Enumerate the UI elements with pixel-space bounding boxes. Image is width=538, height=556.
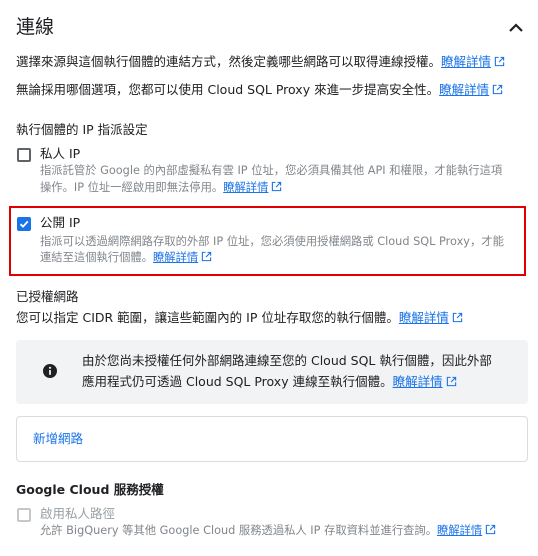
learn-more-link[interactable]: 瞭解詳情 (437, 524, 482, 537)
private-ip-help-2: 操作。IP 位址一經啟用即無法停用。瞭解詳情 (40, 179, 282, 197)
authorized-networks-heading: 已授權網路 (16, 289, 79, 304)
external-link-icon (492, 84, 503, 95)
learn-more-link[interactable]: 瞭解詳情 (439, 82, 489, 97)
external-link-icon (446, 376, 456, 387)
private-ip-label: 私人 IP (40, 146, 81, 161)
learn-more-link[interactable]: 瞭解詳情 (441, 54, 491, 69)
add-network-button[interactable]: 新增網路 (33, 430, 83, 448)
gcp-auth-heading: Google Cloud 服務授權 (16, 482, 164, 497)
private-ip-help-1: 指派託管於 Google 的內部虛擬私有雲 IP 位址，您必須具備其他 API … (40, 164, 503, 177)
public-ip-help-2: 連結至這個執行個體。瞭解詳情 (40, 249, 212, 267)
learn-more-link[interactable]: 瞭解詳情 (393, 374, 443, 389)
external-link-icon (486, 524, 496, 535)
info-text-1: 由於您尚未授權任何外部網路連線至您的 Cloud SQL 執行個體，因此外部 (82, 353, 492, 368)
external-link-icon (494, 56, 505, 67)
authorized-networks-description: 您可以指定 CIDR 範圍，讓這些範圍內的 IP 位址存取您的執行個體。瞭解詳情 (16, 309, 536, 327)
info-icon (42, 363, 58, 379)
private-path-help: 允許 BigQuery 等其他 Google Cloud 服務透過私人 IP 存… (40, 522, 496, 540)
private-ip-checkbox[interactable] (17, 148, 31, 162)
external-link-icon (272, 181, 282, 192)
ip-assignment-heading: 執行個體的 IP 指派設定 (16, 122, 148, 137)
chevron-up-icon[interactable] (504, 16, 528, 40)
learn-more-link[interactable]: 瞭解詳情 (153, 251, 198, 264)
external-link-icon (452, 312, 463, 323)
section-description-1: 選擇來源與這個執行個體的連結方式，然後定義哪些網路可以取得連線授權。瞭解詳情 (16, 53, 536, 71)
learn-more-link[interactable]: 瞭解詳情 (399, 310, 449, 325)
public-ip-checkbox[interactable] (17, 217, 31, 231)
private-path-checkbox[interactable] (17, 508, 31, 522)
info-text-2: 應用程式仍可透過 Cloud SQL Proxy 連線至執行個體。瞭解詳情 (82, 373, 457, 391)
private-path-label: 啟用私人路徑 (40, 506, 116, 521)
learn-more-link[interactable]: 瞭解詳情 (223, 181, 268, 194)
info-banner: 由於您尚未授權任何外部網路連線至您的 Cloud SQL 執行個體，因此外部 應… (16, 340, 528, 404)
public-ip-label: 公開 IP (40, 215, 81, 230)
add-network-panel: 新增網路 (16, 416, 528, 462)
section-title: 連線 (16, 16, 55, 38)
external-link-icon (202, 251, 212, 262)
section-description-2: 無論採用哪個選項，您都可以使用 Cloud SQL Proxy 來進一步提高安全… (16, 81, 536, 99)
